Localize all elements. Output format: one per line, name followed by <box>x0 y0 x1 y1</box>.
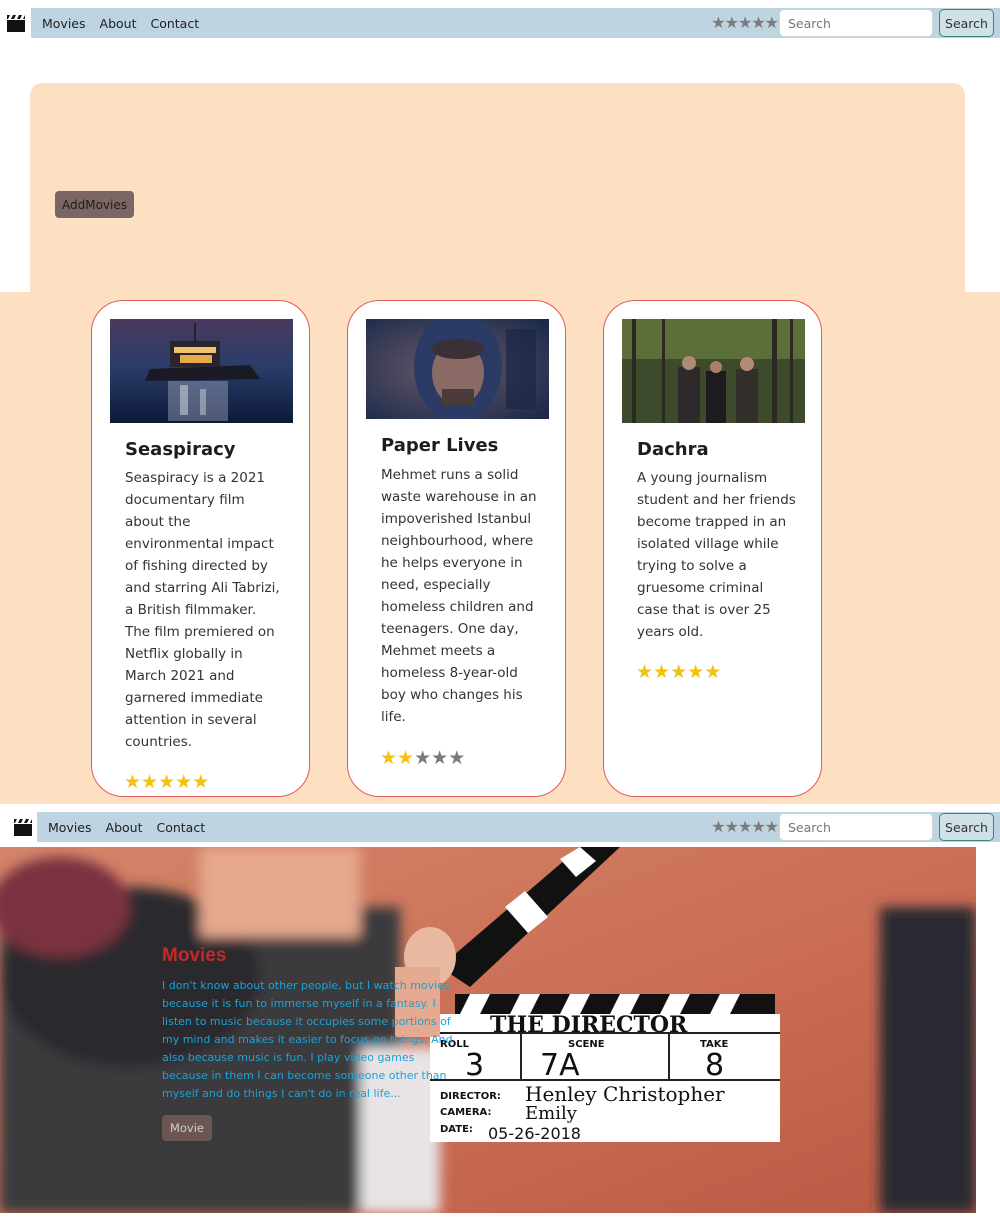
nav-link-about[interactable]: About <box>106 820 143 835</box>
banner-title: Movies <box>162 945 227 966</box>
movie-rating: ★★★★★ <box>380 747 465 769</box>
movies-section: Seaspiracy Seaspiracy is a 2021 document… <box>0 292 1000 804</box>
search-input[interactable] <box>779 9 933 37</box>
svg-text:CAMERA:: CAMERA: <box>440 1107 491 1118</box>
top-navbar: Movies About Contact ★★★★★ Search <box>0 0 1000 46</box>
svg-text:3: 3 <box>465 1048 484 1083</box>
nav-links: Movies About Contact <box>48 812 205 842</box>
movie-card[interactable]: Paper Lives Mehmet runs a solid waste wa… <box>347 300 566 797</box>
star-icon[interactable]: ★ <box>711 817 725 836</box>
movie-poster-image <box>366 319 549 419</box>
svg-text:7A: 7A <box>540 1048 580 1083</box>
search-button[interactable]: Search <box>939 813 994 841</box>
add-movies-button[interactable]: AddMovies <box>55 191 134 218</box>
star-icon[interactable]: ★ <box>725 13 739 32</box>
nav-rating-stars[interactable]: ★★★★★ <box>711 817 779 836</box>
movie-poster-image <box>622 319 805 423</box>
nav-link-contact[interactable]: Contact <box>150 16 199 31</box>
navbar-strip: Movies About Contact ★★★★★ Search <box>37 812 1000 842</box>
hero-jumbotron: AddMovies <box>30 83 965 298</box>
movie-title: Paper Lives <box>381 435 499 456</box>
movie-rating: ★★★★★ <box>124 771 209 793</box>
svg-text:THE DIRECTOR: THE DIRECTOR <box>490 1012 688 1038</box>
star-icon: ★ <box>636 661 654 683</box>
star-icon[interactable]: ★ <box>711 13 725 32</box>
nav-link-movies[interactable]: Movies <box>48 820 92 835</box>
clapperboard-icon[interactable] <box>6 13 26 33</box>
star-icon: ★ <box>158 771 176 793</box>
search-button[interactable]: Search <box>939 9 994 37</box>
movie-description: A young journalism student and her frien… <box>637 470 796 640</box>
star-icon: ★ <box>431 747 449 769</box>
clapperboard-background-image: THE DIRECTOR ROLL SCENE TAKE 3 7A 8 DIRE… <box>0 847 976 1213</box>
star-icon: ★ <box>397 747 415 769</box>
movie-poster-image <box>110 319 293 423</box>
star-icon: ★ <box>192 771 210 793</box>
star-icon[interactable]: ★ <box>751 817 765 836</box>
star-icon: ★ <box>653 661 671 683</box>
star-icon: ★ <box>670 661 688 683</box>
nav-link-contact[interactable]: Contact <box>156 820 205 835</box>
star-icon[interactable]: ★ <box>725 817 739 836</box>
search-input[interactable] <box>779 813 933 841</box>
svg-text:Emily: Emily <box>525 1103 578 1124</box>
nav-link-about[interactable]: About <box>100 16 137 31</box>
star-icon: ★ <box>414 747 432 769</box>
nav-link-movies[interactable]: Movies <box>42 16 86 31</box>
star-icon: ★ <box>124 771 142 793</box>
movie-card[interactable]: Seaspiracy Seaspiracy is a 2021 document… <box>91 300 310 797</box>
star-icon: ★ <box>175 771 193 793</box>
clapperboard-icon[interactable] <box>13 817 33 837</box>
star-icon: ★ <box>687 661 705 683</box>
movie-description: Mehmet runs a solid waste warehouse in a… <box>381 467 537 725</box>
svg-text:8: 8 <box>705 1048 724 1083</box>
star-icon: ★ <box>704 661 722 683</box>
star-icon[interactable]: ★ <box>738 13 752 32</box>
star-icon: ★ <box>380 747 398 769</box>
star-icon: ★ <box>448 747 466 769</box>
movies-banner: THE DIRECTOR ROLL SCENE TAKE 3 7A 8 DIRE… <box>0 847 976 1213</box>
svg-text:DATE:: DATE: <box>440 1124 473 1135</box>
bottom-navbar: Movies About Contact ★★★★★ Search <box>0 804 1000 850</box>
nav-links: Movies About Contact <box>42 8 199 38</box>
svg-text:05-26-2018: 05-26-2018 <box>488 1124 581 1143</box>
star-icon[interactable]: ★ <box>751 13 765 32</box>
movie-rating: ★★★★★ <box>636 661 721 683</box>
movie-button[interactable]: Movie <box>162 1115 212 1141</box>
movie-title: Seaspiracy <box>125 439 236 460</box>
movie-title: Dachra <box>637 439 709 460</box>
star-icon: ★ <box>141 771 159 793</box>
navbar-strip: Movies About Contact ★★★★★ Search <box>31 8 1000 38</box>
star-icon[interactable]: ★ <box>738 817 752 836</box>
star-icon[interactable]: ★ <box>765 817 779 836</box>
movie-description: Seaspiracy is a 2021 documentary film ab… <box>125 470 280 750</box>
movie-card[interactable]: Dachra A young journalism student and he… <box>603 300 822 797</box>
star-icon[interactable]: ★ <box>765 13 779 32</box>
nav-rating-stars[interactable]: ★★★★★ <box>711 13 779 32</box>
banner-text: I don't know about other people, but I w… <box>162 979 453 1100</box>
